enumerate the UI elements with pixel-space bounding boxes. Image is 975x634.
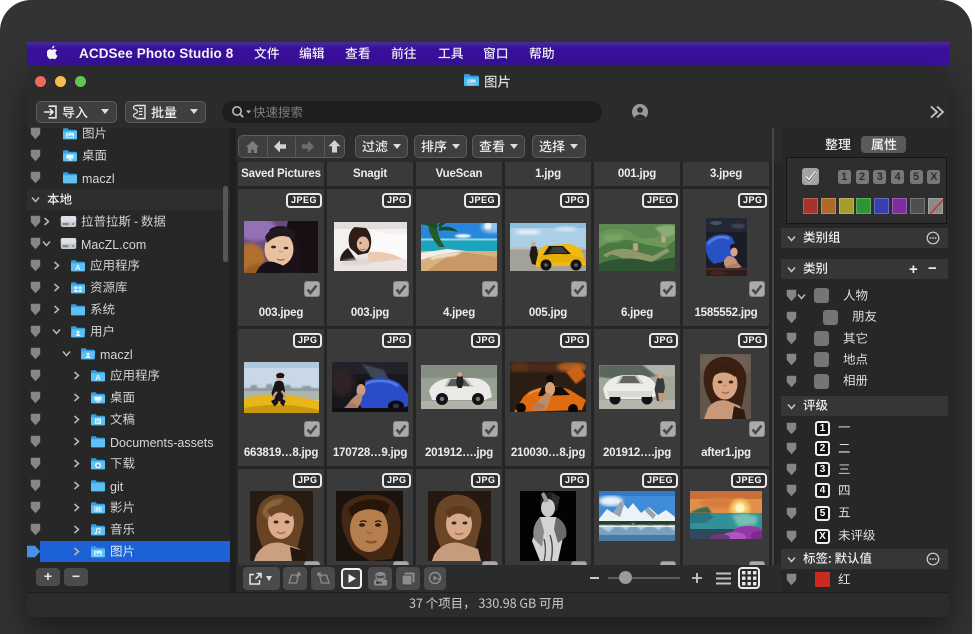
svg-text:A: A: [75, 263, 81, 272]
svg-text:A: A: [95, 373, 101, 382]
